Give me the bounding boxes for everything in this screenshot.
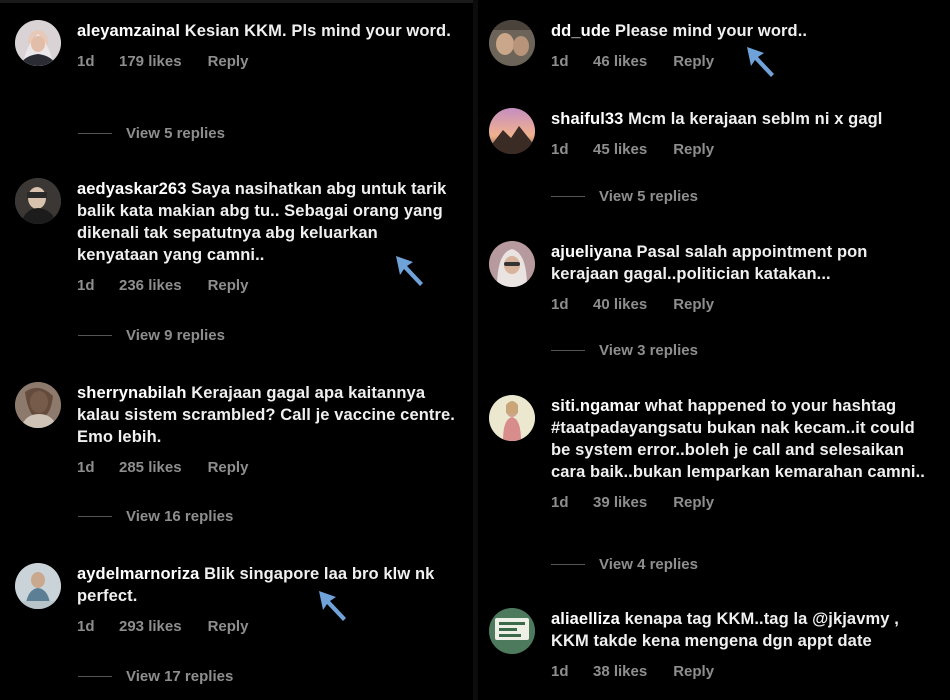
comment-age: 1d (551, 663, 569, 680)
comment-username[interactable]: aliaelliza (551, 610, 620, 628)
arrow-pointer-icon (396, 256, 423, 286)
comment-username[interactable]: shaiful33 (551, 110, 623, 128)
view-replies-button[interactable]: View 5 replies (78, 125, 225, 142)
divider-line (78, 133, 112, 134)
likes-count[interactable]: 45 likes (593, 141, 647, 158)
avatar[interactable] (15, 382, 61, 428)
comment-text: Please mind your word.. (614, 22, 808, 40)
likes-count[interactable]: 38 likes (593, 663, 647, 680)
avatar[interactable] (15, 563, 61, 609)
likes-count[interactable]: 179 likes (119, 53, 182, 70)
arrow-pointer-icon (747, 47, 774, 77)
avatar[interactable] (15, 178, 61, 224)
likes-count[interactable]: 39 likes (593, 494, 647, 511)
comment-username[interactable]: aedyaskar263 (77, 180, 186, 198)
likes-count[interactable]: 293 likes (119, 618, 182, 635)
view-replies-label: View 5 replies (126, 125, 225, 142)
view-replies-button[interactable]: View 3 replies (551, 342, 698, 359)
comment-age: 1d (77, 459, 95, 476)
comment-age: 1d (551, 494, 569, 511)
reply-button[interactable]: Reply (208, 53, 249, 70)
divider-line (551, 564, 585, 565)
comment-age: 1d (551, 141, 569, 158)
comment-username[interactable]: sherrynabilah (77, 384, 187, 402)
top-border (0, 0, 473, 3)
comment-age: 1d (77, 618, 95, 635)
reply-button[interactable]: Reply (208, 459, 249, 476)
view-replies-label: View 3 replies (599, 342, 698, 359)
comment-text: Mcm la kerajaan seblm ni x gagl (628, 110, 883, 128)
avatar[interactable] (489, 395, 535, 441)
comment-age: 1d (551, 296, 569, 313)
comment-text: Kesian KKM. Pls mind your word. (184, 22, 451, 40)
view-replies-label: View 17 replies (126, 668, 234, 685)
divider-line (78, 516, 112, 517)
column-divider (473, 0, 478, 700)
view-replies-label: View 16 replies (126, 508, 234, 525)
reply-button[interactable]: Reply (673, 663, 714, 680)
reply-button[interactable]: Reply (673, 296, 714, 313)
comment-age: 1d (77, 277, 95, 294)
view-replies-label: View 5 replies (599, 188, 698, 205)
reply-button[interactable]: Reply (673, 494, 714, 511)
likes-count[interactable]: 40 likes (593, 296, 647, 313)
likes-count[interactable]: 236 likes (119, 277, 182, 294)
likes-count[interactable]: 285 likes (119, 459, 182, 476)
arrow-pointer-icon (319, 591, 346, 621)
comment-username[interactable]: aleyamzainal (77, 22, 180, 40)
avatar[interactable] (489, 608, 535, 654)
divider-line (551, 350, 585, 351)
reply-button[interactable]: Reply (208, 277, 249, 294)
avatar[interactable] (489, 20, 535, 66)
view-replies-button[interactable]: View 9 replies (78, 327, 225, 344)
comment-username[interactable]: dd_ude (551, 22, 610, 40)
view-replies-button[interactable]: View 4 replies (551, 556, 698, 573)
comment-username[interactable]: siti.ngamar (551, 397, 640, 415)
comment-age: 1d (551, 53, 569, 70)
divider-line (78, 676, 112, 677)
comment-username[interactable]: ajueliyana (551, 243, 632, 261)
view-replies-button[interactable]: View 17 replies (78, 668, 233, 685)
divider-line (78, 335, 112, 336)
reply-button[interactable]: Reply (673, 53, 714, 70)
avatar[interactable] (15, 20, 61, 66)
divider-line (551, 196, 585, 197)
view-replies-label: View 9 replies (126, 327, 225, 344)
avatar[interactable] (489, 241, 535, 287)
likes-count[interactable]: 46 likes (593, 53, 647, 70)
view-replies-label: View 4 replies (599, 556, 698, 573)
avatar[interactable] (489, 108, 535, 154)
comment-username[interactable]: aydelmarnoriza (77, 565, 199, 583)
reply-button[interactable]: Reply (673, 141, 714, 158)
view-replies-button[interactable]: View 16 replies (78, 508, 233, 525)
reply-button[interactable]: Reply (208, 618, 249, 635)
comment-age: 1d (77, 53, 95, 70)
view-replies-button[interactable]: View 5 replies (551, 188, 698, 205)
